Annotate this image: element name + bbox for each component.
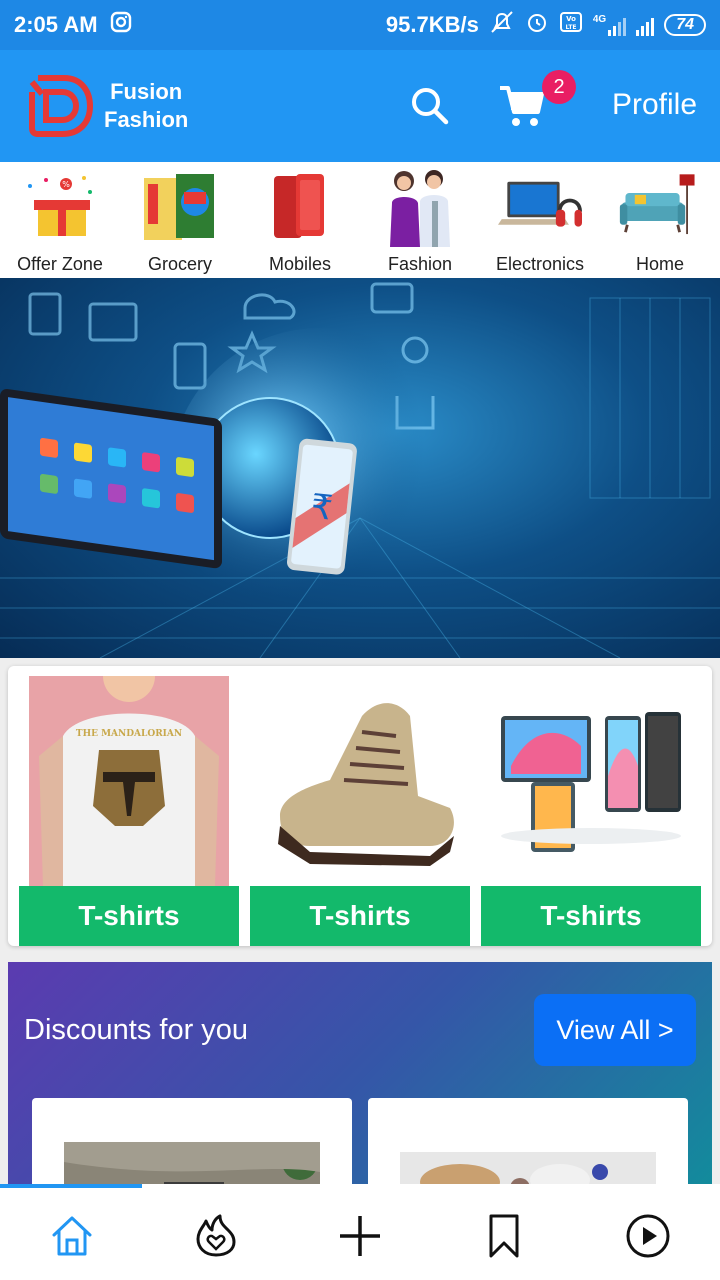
product-card[interactable]: THE MANDALORIAN T-shirts <box>19 676 239 946</box>
category-grocery[interactable]: Grocery <box>120 162 240 278</box>
instagram-icon <box>110 11 132 39</box>
category-electronics[interactable]: Electronics <box>480 162 600 278</box>
grocery-icon <box>138 172 222 242</box>
signal-icon <box>636 14 655 36</box>
cart-count-badge: 2 <box>542 70 576 104</box>
svg-text:Vo: Vo <box>566 15 576 23</box>
fashion-models-icon <box>378 170 462 247</box>
app-bar: Fusion Fashion 2 Profile <box>0 50 720 162</box>
add-icon <box>340 1216 380 1256</box>
category-bar: % Offer Zone Grocery Mobiles Fashion Ele… <box>0 162 720 278</box>
category-label: Offer Zone <box>17 254 103 274</box>
shirt-print-text: THE MANDALORIAN <box>76 729 182 739</box>
product-label: T-shirts <box>19 886 239 946</box>
search-icon <box>412 88 449 125</box>
category-label: Mobiles <box>268 254 332 274</box>
search-button[interactable] <box>408 84 452 128</box>
brand-name: Fusion Fashion <box>104 78 188 134</box>
svg-text:₹: ₹ <box>309 487 335 529</box>
mobile-phone-icon <box>258 172 342 242</box>
cart-icon <box>500 86 544 126</box>
profile-link[interactable]: Profile <box>612 88 697 122</box>
signal-icon-4g: 4G <box>593 14 627 36</box>
cart-button[interactable] <box>496 80 548 132</box>
nav-trending[interactable] <box>192 1212 240 1260</box>
discount-card[interactable] <box>32 1098 352 1198</box>
shoe-image <box>250 676 470 886</box>
play-icon <box>626 1214 670 1258</box>
status-bar: 2:05 AM 95.7KB/s Vo LTE 4G 74 <box>0 0 720 50</box>
trending-icon <box>196 1214 236 1257</box>
gift-icon: % <box>18 172 102 242</box>
category-mobiles[interactable]: Mobiles <box>240 162 360 278</box>
brand-logo[interactable] <box>28 72 96 140</box>
network-speed: 95.7KB/s <box>385 12 479 37</box>
discount-card[interactable] <box>368 1098 688 1198</box>
product-card[interactable]: T-shirts <box>250 676 470 946</box>
promo-banner[interactable]: ₹ <box>0 278 720 658</box>
bottom-navigation <box>0 1184 720 1280</box>
view-all-button[interactable]: View All > <box>534 994 696 1066</box>
category-label: Home <box>635 254 684 274</box>
nav-bookmarks[interactable] <box>480 1212 528 1260</box>
category-offer-zone[interactable]: % Offer Zone <box>0 162 120 278</box>
nav-videos[interactable] <box>624 1212 672 1260</box>
sofa-icon <box>618 172 702 242</box>
product-strip: THE MANDALORIAN T-shirts T-shirts T-shir… <box>8 666 712 946</box>
category-label: Grocery <box>147 254 212 274</box>
battery-indicator: 74 <box>664 14 706 36</box>
category-fashion[interactable]: Fashion <box>360 162 480 278</box>
home-icon <box>52 1216 92 1256</box>
status-time: 2:05 AM <box>14 12 98 37</box>
category-label: Fashion <box>387 254 453 274</box>
laptop-headphones-icon <box>498 172 582 242</box>
mute-icon <box>489 10 515 40</box>
alarm-icon <box>525 10 549 40</box>
nav-home[interactable] <box>48 1212 96 1260</box>
svg-text:%: % <box>62 180 70 189</box>
category-label: Electronics <box>495 254 585 274</box>
svg-text:LTE: LTE <box>565 24 576 31</box>
tshirt-image: THE MANDALORIAN <box>19 676 239 886</box>
product-label: T-shirts <box>250 886 470 946</box>
active-tab-indicator <box>0 1184 142 1188</box>
brand-line2: Fashion <box>104 107 189 132</box>
brand-line1: Fusion <box>110 79 183 104</box>
nav-add[interactable] <box>336 1212 384 1260</box>
product-card[interactable]: T-shirts <box>481 676 701 946</box>
discounts-section: Discounts for you View All > <box>8 962 712 1198</box>
product-label: T-shirts <box>481 886 701 946</box>
discounts-title: Discounts for you <box>24 1014 249 1046</box>
rollable-phone-image <box>481 676 701 886</box>
volte-icon: Vo LTE <box>559 10 583 40</box>
category-home[interactable]: Home <box>600 162 720 278</box>
bookmark-icon <box>489 1214 519 1258</box>
tech-banner-image: ₹ <box>0 282 720 658</box>
